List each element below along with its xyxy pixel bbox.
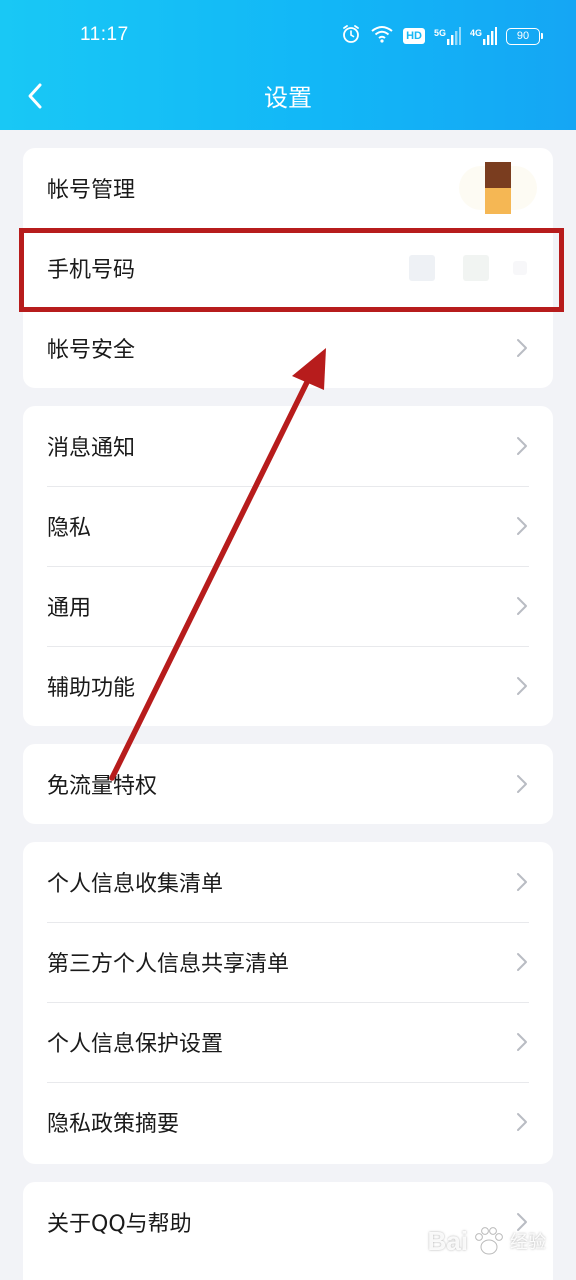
paw-logo-icon: [475, 1227, 503, 1255]
settings-item-label: 免流量特权: [47, 774, 158, 799]
settings-item-label: 通用: [47, 596, 92, 621]
settings-group-general: 消息通知 隐私 通用 辅助功能: [23, 406, 553, 726]
settings-group-personal-info: 个人信息收集清单 第三方个人信息共享清单 个人信息保护设置 隐私政策摘要: [23, 842, 553, 1164]
settings-item-phone-number[interactable]: 手机号码: [23, 228, 553, 308]
settings-item-label: 个人信息保护设置: [47, 1032, 224, 1057]
settings-item-privacy-summary[interactable]: 隐私政策摘要: [23, 1082, 553, 1162]
settings-item-notifications[interactable]: 消息通知: [23, 406, 553, 486]
chevron-right-icon: [517, 1113, 527, 1131]
settings-item-privacy[interactable]: 隐私: [23, 486, 553, 566]
hd-voice-badge: HD: [403, 28, 425, 44]
settings-item-label: 隐私政策摘要: [47, 1112, 180, 1137]
signal-sim1: 5G: [434, 27, 461, 45]
watermark-brand: Bai: [427, 1225, 468, 1256]
chevron-right-icon: [517, 873, 527, 891]
nav-bar: 设置: [0, 72, 576, 120]
app-header: 11:17 HD 5G 4G 90 设置: [0, 0, 576, 130]
settings-item-label: 隐私: [47, 516, 92, 541]
settings-item-label: 手机号码: [47, 258, 136, 283]
page-title: 设置: [264, 84, 312, 112]
battery-indicator: 90: [506, 27, 543, 45]
settings-item-info-protection[interactable]: 个人信息保护设置: [23, 1002, 553, 1082]
chevron-right-icon: [517, 953, 527, 971]
settings-item-account-management[interactable]: 帐号管理: [23, 148, 553, 228]
signal-bars-icon: [483, 27, 497, 45]
chevron-right-icon: [517, 677, 527, 695]
watermark: Bai 经验: [428, 1224, 546, 1258]
status-icons: HD 5G 4G 90: [341, 22, 543, 50]
wifi-icon: [370, 24, 394, 48]
settings-item-info-collection-list[interactable]: 个人信息收集清单: [23, 842, 553, 922]
settings-item-account-security[interactable]: 帐号安全: [23, 308, 553, 388]
avatar: [459, 160, 537, 216]
signal-sim2: 4G: [470, 27, 497, 45]
settings-item-label: 第三方个人信息共享清单: [47, 952, 290, 977]
settings-group-data-privilege: 免流量特权: [23, 744, 553, 824]
settings-item-label: 辅助功能: [47, 676, 136, 701]
chevron-right-icon: [517, 597, 527, 615]
chevron-right-icon: [517, 339, 527, 357]
signal-bars-icon: [446, 27, 461, 45]
chevron-right-icon: [517, 437, 527, 455]
masked-phone-value: [409, 253, 529, 283]
settings-item-label: 帐号管理: [47, 178, 136, 203]
settings-item-free-data[interactable]: 免流量特权: [23, 744, 553, 824]
settings-item-label: 个人信息收集清单: [47, 872, 224, 897]
settings-item-label: 消息通知: [47, 436, 136, 461]
settings-item-general[interactable]: 通用: [23, 566, 553, 646]
settings-item-label: 帐号安全: [47, 338, 136, 363]
chevron-right-icon: [517, 1033, 527, 1051]
chevron-right-icon: [517, 517, 527, 535]
chevron-right-icon: [517, 775, 527, 793]
settings-group-account: 帐号管理 手机号码 帐号安全: [23, 148, 553, 388]
settings-item-accessibility[interactable]: 辅助功能: [23, 646, 553, 726]
watermark-suffix: 经验: [510, 1232, 546, 1252]
status-bar: 11:17 HD 5G 4G 90: [0, 0, 576, 72]
settings-item-third-party-sharing[interactable]: 第三方个人信息共享清单: [23, 922, 553, 1002]
alarm-icon: [341, 24, 361, 48]
status-time: 11:17: [80, 24, 129, 45]
